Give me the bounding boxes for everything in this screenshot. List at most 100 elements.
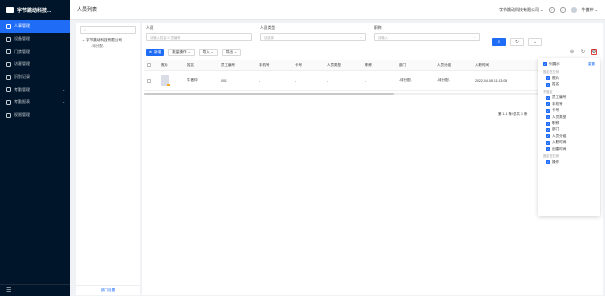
department-tree-panel: ⌕ ⌄ 字节跳动科技有限公司 -待分配- 部门设置 [76,23,140,295]
checkbox-checked-icon: ✓ [546,102,550,107]
sidebar-item-label: 考勤管理 [14,86,30,92]
add-button[interactable]: ⊕ 新增 [146,48,165,56]
expand-filters-button[interactable]: ⌄ [528,38,542,46]
filter-person-type: 人员类型 请选择 ⌄ [260,26,366,41]
chevron-down-icon: ⌄ [533,39,537,44]
cell-card: - [295,78,297,83]
column-toggle-label: 入职时间 [552,140,567,145]
table-tools: ⊖ ↻ ⚙ [569,49,597,55]
menu-icon [6,61,11,67]
checkbox-checked-icon: ✓ [546,115,550,120]
column-settings-popover: ✓ 列展示 重置 固定在左侧 ✓ 照片 ✓ 姓名 不固定 ✓ 员工编号 ✓ 手机号 ✓ 卡号 ✓ 人员类型… [538,58,600,216]
column-toggle-label: 员工编号 [552,95,567,100]
person-table: 照片 姓名 员工编号 手机号 卡号 人员类型 职称 部门 人员分组 入职时间 牛… [144,60,539,91]
col-emp-no: 员工编号 [221,62,235,67]
person-photo[interactable] [161,75,170,86]
sidebar-item-2[interactable]: 门禁管理 [0,45,70,58]
sidebar-item-label: 设备管理 [14,36,30,42]
chevron-down-icon: ⌄ [473,35,476,39]
show-all-columns-toggle[interactable]: ✓ 列展示 [543,61,560,67]
refresh-icon: ↻ [515,39,519,44]
column-settings-icon[interactable]: ⚙ [591,49,597,55]
column-toggle-label: 卡号 [552,108,560,113]
sidebar-item-6[interactable]: 考勤报表 ⌄ [0,96,70,109]
bell-icon[interactable]: ♪ [559,6,566,13]
reset-button[interactable]: ↻ [510,38,524,46]
app-logo[interactable]: 宇节跳动科技... [0,0,70,20]
table-row[interactable]: 牛傲仲 001 - - - - -待分配- -待分配- 2022-04-08 1… [144,71,539,91]
checkbox-checked-icon: ✓ [546,82,550,87]
pagination-summary: 第 1-1 条/总共 1 条 [498,112,528,116]
column-toggle-label: 创建时间 [552,146,567,151]
table-toolbar: ⊕ 新增 批量操作 ⌄ 导入 ⌄ 导出 ⌄ [146,48,241,56]
col-card: 卡号 [295,62,302,67]
department-settings-link[interactable]: 部门设置 [76,285,140,295]
search-icon: ⌕ [84,28,86,32]
col-type: 人员类型 [327,62,341,67]
row-checkbox[interactable] [147,78,151,83]
tree-node-root[interactable]: ⌄ 字节跳动科技有限公司 [76,37,140,44]
table-header-row: 照片 姓名 员工编号 手机号 卡号 人员类型 职称 部门 人员分组 入职时间 [144,60,539,71]
chevron-down-icon: ⌄ [359,35,362,39]
user-menu[interactable]: 牛傲仲 ⌄ [582,7,598,13]
person-search-input[interactable]: 请输入姓名/人员编号 [146,33,252,41]
sidebar-item-label: 人事管理 [14,23,30,29]
search-button[interactable]: ⌕ [492,38,506,46]
table-horizontal-scrollbar[interactable] [144,93,539,95]
menu-icon [6,112,11,118]
title-select[interactable]: 请输入 ⌄ [374,33,480,41]
page-title: 人员列表 [77,7,98,13]
column-toggle-label: 部门 [552,127,560,132]
column-toggle[interactable]: ✓ 操作 [543,159,595,165]
cell-join-date: 2022-04-08 11:13:05 [475,78,508,83]
column-toggle-label: 照片 [552,75,560,80]
density-icon[interactable]: ⊖ [569,49,575,55]
cell-name: 牛傲仲 [187,78,198,82]
collapse-icon[interactable]: ⌄ [82,38,85,42]
top-header: 人员列表 字节跳动科技有限公司 ⌄ ? ♪ 牛傲仲 ⌄ [70,0,605,20]
checkbox-checked-icon: ✓ [546,134,550,139]
plus-icon: ⊕ [149,50,153,54]
column-toggle[interactable]: ✓ 姓名 [543,81,595,87]
menu-icon [6,74,11,80]
chevron-down-icon: ⌄ [62,100,65,105]
cell-group: -待分配- [437,78,450,82]
col-group: 人员分组 [437,62,451,67]
sidebar-item-4[interactable]: 识别记录 [0,71,70,84]
checkbox-checked-icon: ✓ [546,108,550,113]
help-icon[interactable]: ? [548,6,555,13]
column-toggle[interactable]: ✓ 创建时间 [543,146,595,152]
cell-type: - [327,78,329,83]
sidebar-item-label: 识别记录 [14,74,30,80]
column-toggle-label: 职称 [552,121,560,126]
scrollbar-thumb[interactable] [144,93,394,95]
sidebar-item-1[interactable]: 设备管理 [0,33,70,46]
menu-fold-icon[interactable]: ☰ [0,284,70,296]
sidebar-item-5[interactable]: 考勤管理 ⌄ [0,83,70,96]
column-settings-header: ✓ 列展示 重置 [543,61,595,68]
import-button[interactable]: 导入 ⌄ [198,48,218,56]
filter-title: 职称 请输入 ⌄ [374,26,480,41]
tree-search-input[interactable]: ⌕ [80,26,136,34]
export-button[interactable]: 导出 ⌄ [221,48,241,56]
person-type-select[interactable]: 请选择 ⌄ [260,33,366,41]
sidebar-item-label: 考勤报表 [14,99,30,105]
cell-phone: - [259,78,261,83]
tree-node-unassigned[interactable]: -待分配- [76,44,140,49]
col-dept: 部门 [399,62,406,67]
avatar[interactable] [570,6,577,13]
select-all-checkbox[interactable] [147,63,151,67]
sidebar-item-3[interactable]: 访客管理 [0,58,70,71]
sidebar-item-7[interactable]: 权限管理 [0,109,70,122]
menu-icon [6,99,11,105]
chevron-down-icon: ⌄ [62,87,65,92]
refresh-icon[interactable]: ↻ [580,49,586,55]
company-switcher[interactable]: 字节跳动科技有限公司 ⌄ [499,7,543,13]
sidebar-item-0[interactable]: 人事管理 [0,20,70,33]
sidebar-item-label: 门禁管理 [14,48,30,54]
checkbox-checked-icon: ✓ [546,76,550,81]
batch-actions-button[interactable]: 批量操作 ⌄ [168,48,195,56]
column-toggle-label: 姓名 [552,82,560,87]
filter-person-label: 人员 [146,26,154,30]
reset-columns-link[interactable]: 重置 [588,62,595,67]
